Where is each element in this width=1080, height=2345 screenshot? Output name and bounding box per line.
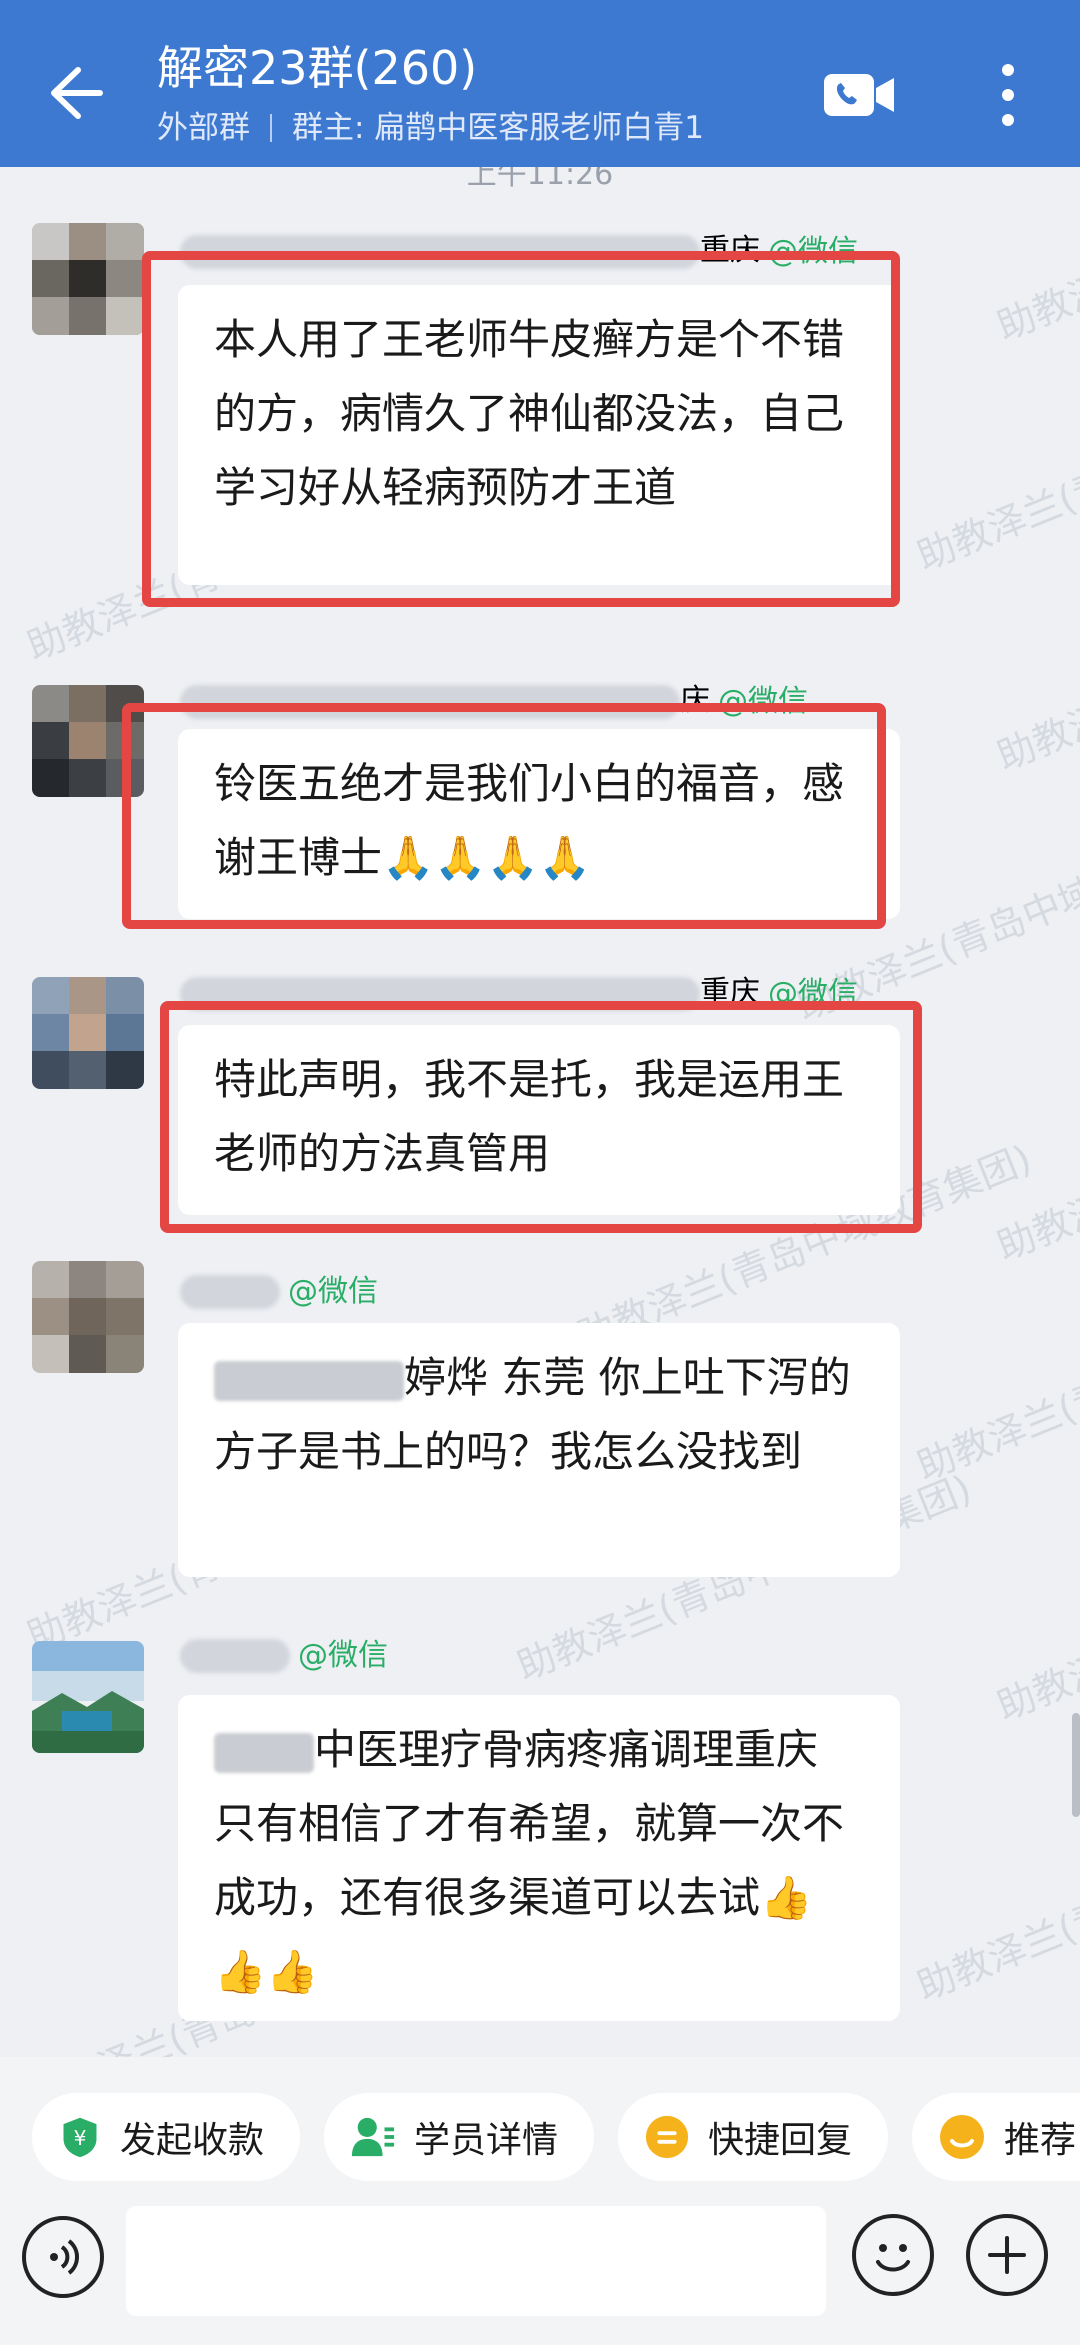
watermark: 助教泽兰(青岛中域教育集团) [910, 1266, 1080, 1490]
voice-input-button[interactable] [22, 2216, 104, 2298]
quick-reply-icon [645, 2115, 689, 2159]
plus-icon [988, 2236, 1026, 2274]
blurred-name [180, 1638, 290, 1673]
emoji-button[interactable] [852, 2214, 934, 2296]
watermark: 助教泽兰(青岛中域教育集团) [910, 356, 1080, 580]
recommend-button[interactable]: 推荐 [912, 2093, 1080, 2181]
avatar[interactable] [32, 1261, 144, 1373]
emoji-icon [876, 2244, 910, 2272]
blurred-name [180, 1274, 280, 1309]
more-options-icon[interactable] [990, 62, 1026, 128]
payment-icon: ¥ [63, 2117, 97, 2158]
avatar[interactable] [32, 1641, 144, 1753]
watermark: 助教泽兰(青岛中域教育集团) [990, 556, 1080, 780]
group-owner: 群主: 扁鹊中医客服老师白青1 [292, 110, 705, 146]
payment-label: 发起收款 [119, 2120, 264, 2161]
sender-name: @微信 [180, 1635, 388, 1675]
wechat-source: @微信 [298, 1637, 388, 1673]
student-details-button[interactable]: 学员详情 [324, 2093, 594, 2181]
sender-name: @微信 [180, 1271, 378, 1311]
back-arrow-icon[interactable] [38, 60, 104, 126]
input-bar [0, 2188, 1080, 2345]
chat-area[interactable]: 上午11:26 助教泽兰(青岛中域教育集团) 助教泽兰(青岛中域教育集团) 助教… [0, 167, 1080, 2057]
more-actions-button[interactable] [966, 2214, 1048, 2296]
watermark: 助教泽兰(青岛中域教育集团) [990, 1506, 1080, 1730]
quick-reply-button[interactable]: 快捷回复 [618, 2093, 888, 2181]
red-highlight-box [142, 251, 900, 607]
group-subtitle: 外部群 群主: 扁鹊中医客服老师白青1 [157, 108, 704, 148]
divider [270, 114, 272, 142]
message-timestamp: 上午11:26 [466, 167, 614, 192]
video-call-icon[interactable] [822, 70, 896, 120]
message-input[interactable] [126, 2206, 826, 2316]
avatar[interactable] [32, 977, 144, 1089]
recommend-label: 推荐 [1004, 2120, 1077, 2161]
message-bubble[interactable]: 中医理疗骨病疼痛调理重庆 只有相信了才有希望，就算一次不成功，还有很多渠道可以去… [178, 1695, 900, 2021]
group-title[interactable]: 解密23群(260) [157, 40, 477, 96]
voice-icon [50, 2239, 79, 2275]
svg-text:¥: ¥ [74, 2126, 87, 2150]
wechat-source: @微信 [288, 1273, 378, 1309]
recommend-icon [940, 2115, 984, 2159]
blurred-text [214, 1360, 404, 1401]
student-icon [351, 2117, 395, 2157]
payment-button[interactable]: ¥ 发起收款 [32, 2093, 300, 2181]
scrollbar[interactable] [1072, 1713, 1080, 1817]
red-highlight-box [122, 703, 886, 929]
red-highlight-box [160, 1001, 922, 1233]
blurred-text [214, 1732, 314, 1773]
quick-reply-label: 快捷回复 [707, 2120, 852, 2161]
chat-header: 解密23群(260) 外部群 群主: 扁鹊中医客服老师白青1 [0, 0, 1080, 167]
watermark: 助教泽兰(青岛中域教育集团) [910, 1786, 1080, 2010]
watermark: 助教泽兰(青岛中域教育集团) [990, 167, 1080, 350]
avatar[interactable] [32, 223, 144, 335]
student-details-label: 学员详情 [413, 2120, 558, 2161]
external-group-tag: 外部群 [157, 110, 250, 146]
message-bubble[interactable]: 婷烨 东莞 你上吐下泻的方子是书上的吗？我怎么没找到 [178, 1323, 900, 1577]
